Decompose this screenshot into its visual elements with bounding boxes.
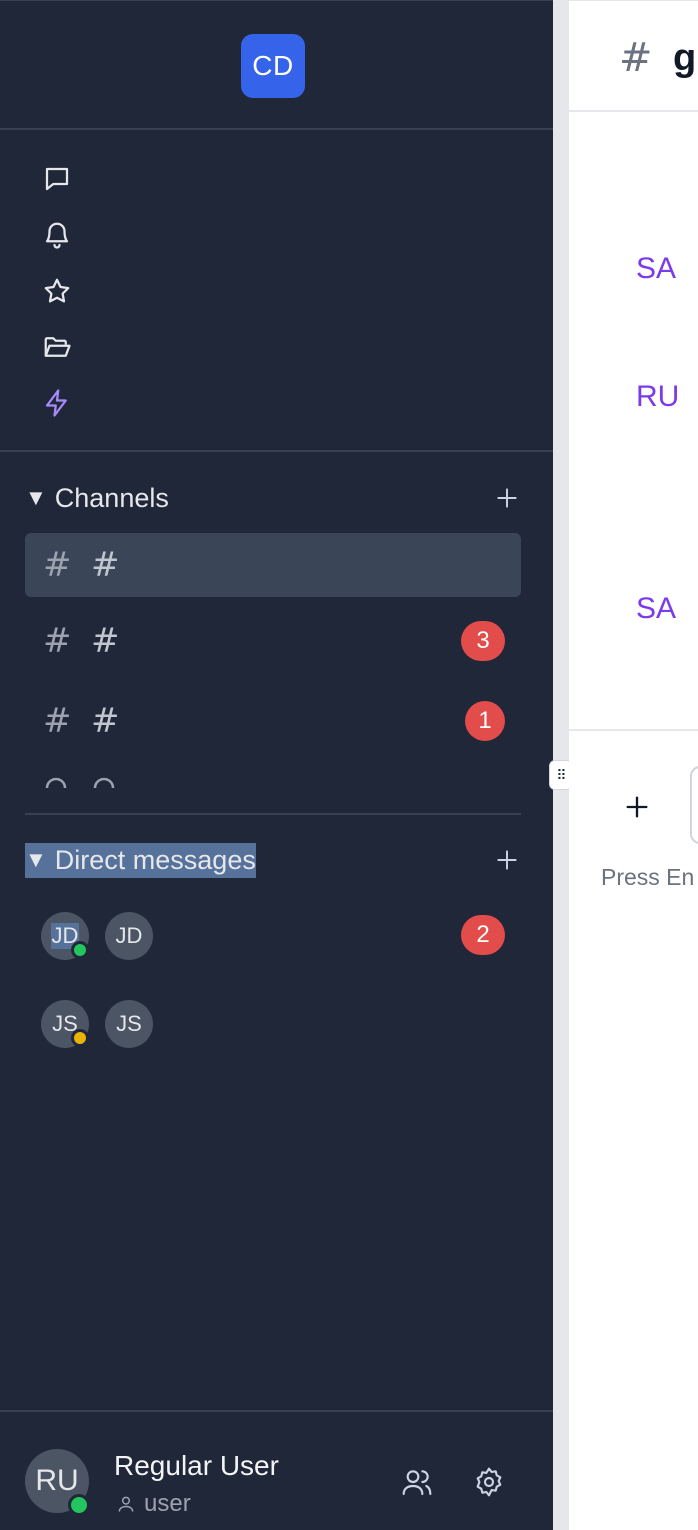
workspace-header: CD (0, 0, 553, 130)
composer: Press En (569, 729, 698, 1530)
gear-icon (476, 1467, 502, 1497)
main-pane: # g SA RU SA Press En (569, 0, 698, 1530)
users-button[interactable] (399, 1464, 435, 1500)
plus-icon (626, 796, 648, 818)
drag-grip-icon: ⠿ (556, 767, 566, 783)
lightning-icon[interactable] (40, 386, 74, 420)
channel-list-overflow (25, 770, 521, 790)
message-avatar: SA (636, 592, 677, 625)
star-icon[interactable] (40, 274, 74, 308)
avatar: JD (105, 912, 153, 960)
collapse-triangle-icon: ▼ (25, 485, 47, 510)
online-status-dot (68, 1494, 90, 1516)
folder-icon[interactable] (40, 330, 74, 364)
dm-title: Direct messages (54, 844, 256, 875)
plus-icon (497, 488, 517, 508)
dm-item[interactable]: JD JD 2 (25, 900, 521, 970)
dm-header: ▼ Direct messages (25, 840, 525, 880)
bell-icon[interactable] (40, 218, 74, 252)
unread-badge: 3 (461, 621, 505, 661)
nav-icon-bar (0, 130, 553, 452)
users-icon (402, 1470, 432, 1496)
hash-icon: # (43, 701, 72, 741)
dm-toggle[interactable]: ▼ Direct messages (25, 842, 256, 878)
channel-item[interactable]: # # 3 (25, 609, 521, 673)
dm-item[interactable]: JS JS (25, 988, 521, 1058)
channels-toggle[interactable]: ▼ Channels (25, 481, 169, 516)
avatar: JS (105, 1000, 153, 1048)
channel-header: # g (569, 0, 698, 112)
channel-name: # (91, 621, 120, 661)
message-icon[interactable] (40, 162, 74, 196)
channel-item[interactable]: # # (25, 533, 521, 597)
channel-title: g (673, 37, 697, 79)
unread-badge: 1 (465, 701, 505, 741)
online-status-dot (71, 941, 89, 959)
away-status-dot (71, 1029, 89, 1047)
workspace-avatar[interactable]: CD (241, 34, 305, 98)
person-icon (118, 1496, 134, 1512)
hash-icon: # (43, 621, 72, 661)
message-input[interactable] (690, 766, 698, 844)
add-dm-button[interactable] (489, 842, 525, 878)
channel-name: # (91, 545, 120, 585)
channels-title: Channels (54, 482, 169, 513)
sidebar: CD ▼ Channels # # # # 3 # # 1 ▼ Direct m… (0, 0, 553, 1530)
channels-header: ▼ Channels (25, 478, 525, 518)
hash-icon: # (43, 545, 72, 585)
unread-badge: 2 (461, 915, 505, 955)
collapse-triangle-icon: ▼ (25, 847, 47, 872)
settings-button[interactable] (471, 1464, 507, 1500)
add-channel-button[interactable] (489, 480, 525, 516)
composer-hint: Press En (601, 864, 695, 890)
section-divider (25, 813, 521, 815)
user-role: user (116, 1490, 191, 1518)
channel-item[interactable]: # # 1 (25, 689, 521, 753)
plus-icon (497, 850, 517, 870)
channel-name: # (91, 701, 120, 741)
user-footer: RU Regular User user (0, 1410, 553, 1530)
message-avatar: SA (636, 252, 677, 285)
clipped-channel-icon (45, 777, 115, 789)
attach-button[interactable] (621, 791, 653, 823)
user-name: Regular User (114, 1450, 279, 1481)
message-avatar: RU (636, 380, 680, 413)
hash-icon: # (619, 35, 653, 81)
